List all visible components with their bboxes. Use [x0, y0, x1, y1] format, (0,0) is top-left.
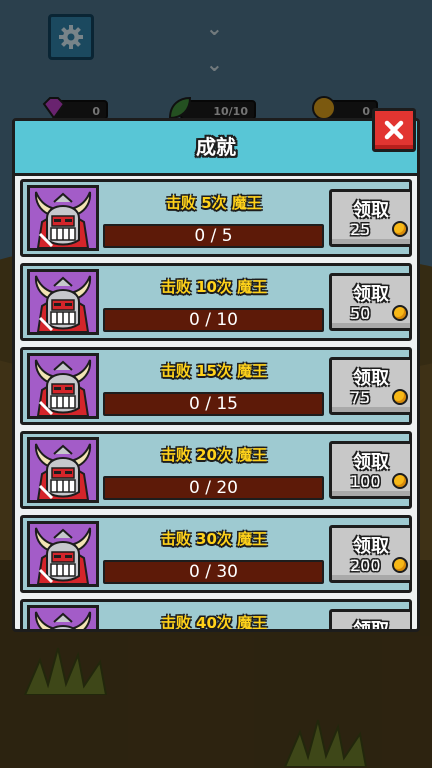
close-button[interactable]	[372, 108, 416, 152]
coin-icon	[392, 221, 408, 237]
progress-text: 0 / 15	[189, 394, 238, 414]
achievements-modal: 成就 击败 5次 魔王 0 / 5 领取 25 击败 10次 魔王 0 / 10…	[12, 118, 420, 632]
claim-button[interactable]: 领取	[329, 609, 412, 632]
claim-label: 领取	[353, 452, 389, 473]
achievement-title: 击败 5次 魔王	[166, 194, 262, 212]
achievement-card: 击败 5次 魔王 0 / 5 领取 25	[20, 179, 412, 257]
modal-header: 成就	[15, 121, 417, 176]
achievement-title: 击败 30次 魔王	[160, 530, 268, 548]
close-x-icon	[384, 120, 404, 140]
achievement-card: 击败 20次 魔王 0 / 20 领取 100	[20, 431, 412, 509]
demon-king-portrait-icon	[27, 185, 99, 251]
reward-amount: 100	[350, 472, 381, 491]
demon-king-portrait-icon	[27, 269, 99, 335]
achievement-title: 击败 20次 魔王	[160, 446, 268, 464]
achievement-title: 击败 15次 魔王	[160, 362, 268, 380]
demon-king-portrait-icon	[27, 437, 99, 503]
progress-text: 0 / 10	[189, 310, 238, 330]
progress-bar: 0 / 20	[103, 476, 324, 500]
progress-text: 0 / 20	[189, 478, 238, 498]
progress-text: 0 / 5	[194, 226, 233, 246]
coin-icon	[392, 305, 408, 321]
reward-amount: 25	[350, 220, 371, 239]
achievement-card: 击败 10次 魔王 0 / 10 领取 50	[20, 263, 412, 341]
claim-label: 领取	[353, 368, 389, 389]
coin-icon	[392, 473, 408, 489]
demon-king-portrait-icon	[27, 521, 99, 587]
achievement-title: 击败 40次 魔王	[160, 614, 268, 632]
coin-icon	[392, 557, 408, 573]
demon-king-portrait-icon	[27, 605, 99, 629]
claim-button[interactable]: 领取 200	[329, 525, 412, 583]
claim-button[interactable]: 领取 75	[329, 357, 412, 415]
progress-bar: 0 / 10	[103, 308, 324, 332]
reward-amount: 200	[350, 556, 381, 575]
reward-amount: 75	[350, 388, 371, 407]
modal-title: 成就	[196, 135, 236, 159]
claim-label: 领取	[353, 284, 389, 305]
coin-icon	[392, 389, 408, 405]
progress-text: 0 / 30	[189, 562, 238, 582]
claim-label: 领取	[353, 536, 389, 557]
achievement-list[interactable]: 击败 5次 魔王 0 / 5 领取 25 击败 10次 魔王 0 / 10 领取…	[20, 179, 412, 632]
claim-label: 领取	[353, 200, 389, 221]
claim-button[interactable]: 领取 100	[329, 441, 412, 499]
claim-button[interactable]: 领取 25	[329, 189, 412, 247]
demon-king-portrait-icon	[27, 353, 99, 419]
achievement-title: 击败 10次 魔王	[160, 278, 268, 296]
claim-label: 领取	[353, 620, 389, 632]
achievement-card: 击败 15次 魔王 0 / 15 领取 75	[20, 347, 412, 425]
progress-bar: 0 / 30	[103, 560, 324, 584]
reward-amount: 50	[350, 304, 371, 323]
achievement-card: 击败 40次 魔王 领取	[20, 599, 412, 632]
progress-bar: 0 / 15	[103, 392, 324, 416]
progress-bar: 0 / 5	[103, 224, 324, 248]
claim-button[interactable]: 领取 50	[329, 273, 412, 331]
achievement-card: 击败 30次 魔王 0 / 30 领取 200	[20, 515, 412, 593]
